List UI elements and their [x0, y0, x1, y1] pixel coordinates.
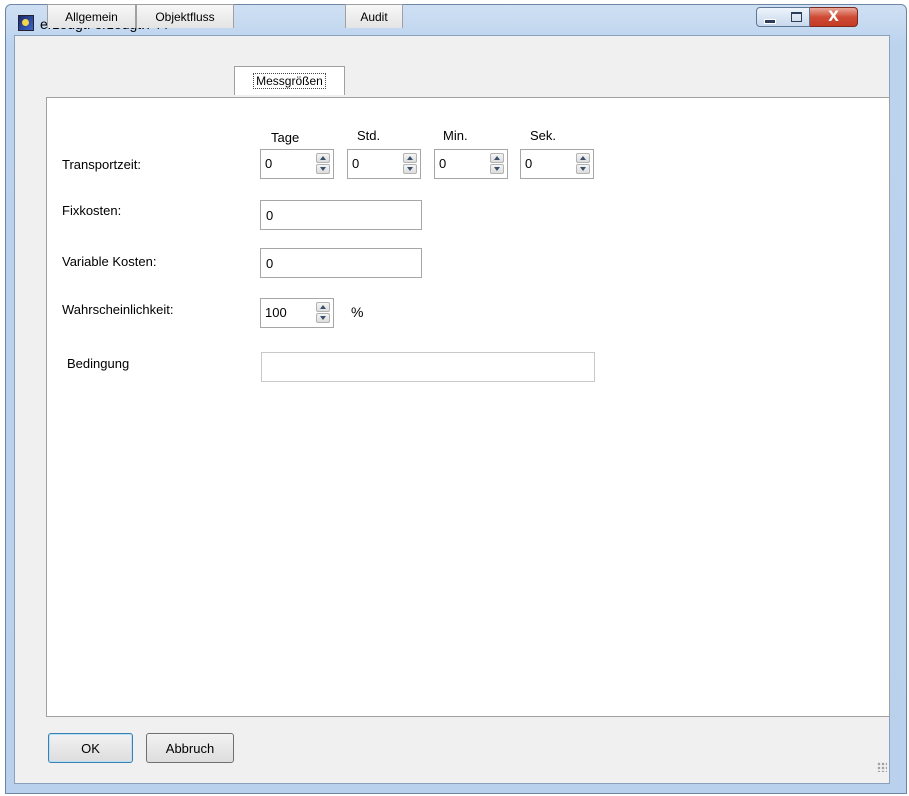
transportzeit-tage-stepper[interactable]: 0	[260, 149, 334, 179]
transportzeit-std-value: 0	[352, 156, 360, 171]
close-icon: X	[828, 9, 839, 25]
minimize-icon	[764, 18, 776, 24]
minimize-button[interactable]	[756, 7, 784, 27]
spin-down-icon[interactable]	[316, 313, 330, 323]
transportzeit-sek-stepper[interactable]: 0	[520, 149, 594, 179]
tab-messgroessen[interactable]: Messgrößen	[234, 66, 345, 95]
fixkosten-field[interactable]: 0	[260, 200, 422, 230]
spin-up-icon[interactable]	[490, 153, 504, 163]
transportzeit-sek-value: 0	[525, 156, 533, 171]
wahrscheinlichkeit-unit: %	[351, 304, 364, 320]
unit-label-sek: Sek.	[530, 128, 557, 143]
resize-grip-icon[interactable]	[877, 762, 887, 772]
spin-down-icon[interactable]	[316, 164, 330, 174]
fixkosten-label: Fixkosten:	[62, 203, 122, 218]
spin-down-icon[interactable]	[490, 164, 504, 174]
tab-panel-messgroessen	[46, 97, 890, 717]
wahrscheinlichkeit-stepper[interactable]: 100	[260, 298, 334, 328]
bedingung-label: Bedingung	[67, 356, 130, 371]
transportzeit-min-value: 0	[439, 156, 447, 171]
unit-label-std: Std.	[357, 128, 381, 143]
transportzeit-std-stepper[interactable]: 0	[347, 149, 421, 179]
unit-label-min: Min.	[443, 128, 468, 143]
maximize-icon	[790, 12, 802, 22]
app-icon	[18, 15, 34, 31]
ok-button[interactable]: OK	[48, 733, 133, 763]
maximize-button[interactable]	[783, 7, 810, 27]
transportzeit-tage-value: 0	[265, 156, 273, 171]
wahrscheinlichkeit-value: 100	[265, 305, 287, 320]
transportzeit-label: Transportzeit:	[62, 157, 141, 172]
tab-messgroessen-label: Messgrößen	[253, 73, 326, 89]
tab-allgemein[interactable]: Allgemein	[47, 4, 136, 28]
spin-down-icon[interactable]	[576, 164, 590, 174]
variable-kosten-label: Variable Kosten:	[62, 254, 157, 269]
tab-objektfluss[interactable]: Objektfluss	[136, 4, 234, 28]
tab-audit[interactable]: Audit	[345, 4, 403, 28]
spin-up-icon[interactable]	[403, 153, 417, 163]
spin-up-icon[interactable]	[576, 153, 590, 163]
transportzeit-min-stepper[interactable]: 0	[434, 149, 508, 179]
spin-up-icon[interactable]	[316, 302, 330, 312]
unit-label-tage: Tage	[271, 130, 300, 145]
bedingung-field[interactable]	[261, 352, 595, 382]
spin-down-icon[interactable]	[403, 164, 417, 174]
variable-kosten-field[interactable]: 0	[260, 248, 422, 278]
close-button[interactable]: X	[810, 7, 858, 27]
cancel-button[interactable]: Abbruch	[146, 733, 234, 763]
wahrscheinlichkeit-label: Wahrscheinlichkeit:	[62, 302, 174, 317]
spin-up-icon[interactable]	[316, 153, 330, 163]
